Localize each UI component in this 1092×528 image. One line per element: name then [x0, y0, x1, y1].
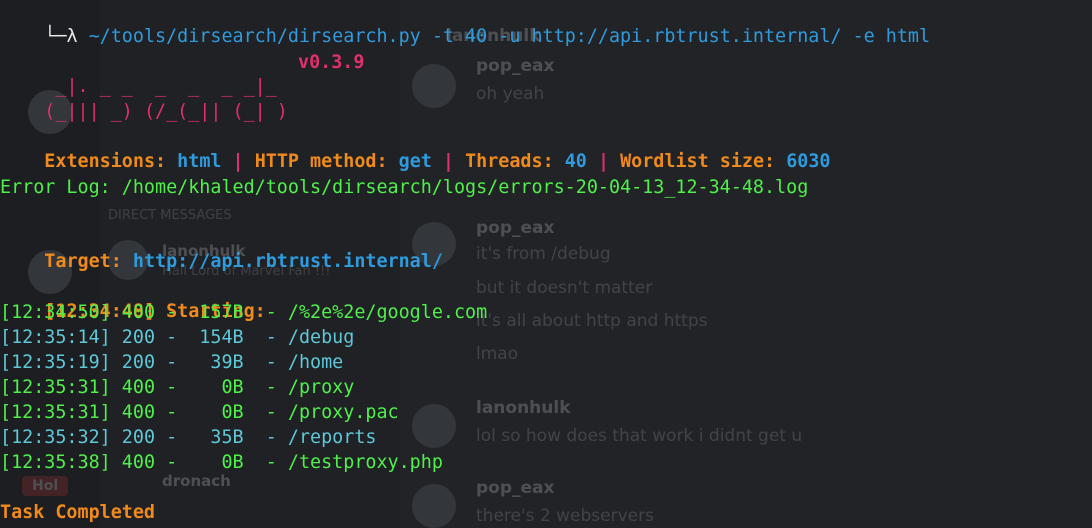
separator: |	[431, 151, 466, 172]
result-row: [12:35:38] 400 - 0B - /testproxy.php	[0, 451, 443, 475]
result-time: [12:35:32]	[0, 427, 111, 448]
method-label: HTTP method:	[254, 151, 399, 172]
method-value: get	[398, 151, 432, 172]
target-url: http://api.rbtrust.internal/	[132, 251, 443, 272]
result-detail: 200 - 154B - /debug	[110, 327, 355, 348]
result-detail: 400 - 0B - /proxy.pac	[110, 402, 399, 423]
target-label: Target:	[44, 251, 133, 272]
separator: |	[221, 151, 255, 172]
result-row: [12:35:31] 400 - 0B - /proxy	[0, 376, 354, 400]
result-time: [12:34:50]	[0, 302, 111, 323]
terminal-output[interactable]: └─λ ~/tools/dirsearch/dirsearch.py -t 40…	[0, 0, 1092, 528]
threads-label: Threads:	[465, 151, 565, 172]
task-completed: Task Completed	[0, 502, 156, 523]
extensions-value: html	[177, 151, 222, 172]
result-row: [12:35:14] 200 - 154B - /debug	[0, 326, 354, 350]
banner-art-line-2: (_||| _) (/_(_|| (_| )	[0, 76, 288, 122]
result-time: [12:35:19]	[0, 352, 111, 373]
result-row: [12:34:50] 400 - 157B - /%2e%2e/google.c…	[0, 301, 487, 325]
result-detail: 200 - 35B - /reports	[110, 427, 377, 448]
wordlist-label: Wordlist size:	[620, 151, 787, 172]
result-row: [12:35:31] 400 - 0B - /proxy.pac	[0, 401, 399, 425]
result-detail: 400 - 157B - /%2e%2e/google.com	[110, 302, 488, 323]
target-line: Target: http://api.rbtrust.internal/	[0, 226, 443, 272]
banner-art: (_||| _) (/_(_|| (_| )	[44, 101, 288, 122]
result-time: [12:35:38]	[0, 452, 111, 473]
result-detail: 400 - 0B - /testproxy.php	[110, 452, 443, 473]
command-text: ~/tools/dirsearch/dirsearch.py -t 40 -u …	[77, 26, 931, 47]
threads-value: 40	[564, 151, 587, 172]
extensions-label: Extensions:	[44, 151, 178, 172]
result-row: [12:35:19] 200 - 39B - /home	[0, 351, 343, 375]
result-time: [12:35:31]	[0, 377, 111, 398]
prompt-symbol: └─λ	[44, 26, 78, 47]
result-detail: 200 - 39B - /home	[110, 352, 344, 373]
result-row: [12:35:32] 200 - 35B - /reports	[0, 426, 376, 450]
wordlist-value: 6030	[786, 151, 831, 172]
result-time: [12:35:14]	[0, 327, 111, 348]
banner-art-line-1: _|. _ _ _ _ _ _|_	[0, 51, 276, 97]
result-time: [12:35:31]	[0, 402, 111, 423]
starting-line: [12:34:48] Starting:	[0, 276, 277, 322]
separator: |	[586, 151, 621, 172]
result-detail: 400 - 0B - /proxy	[110, 377, 355, 398]
scan-config-line: Extensions: html | HTTP method: get | Th…	[0, 126, 830, 172]
banner-version: v0.3.9	[298, 52, 365, 73]
command-line: └─λ ~/tools/dirsearch/dirsearch.py -t 40…	[0, 1, 930, 47]
error-log-line: Error Log: /home/khaled/tools/dirsearch/…	[0, 177, 809, 198]
